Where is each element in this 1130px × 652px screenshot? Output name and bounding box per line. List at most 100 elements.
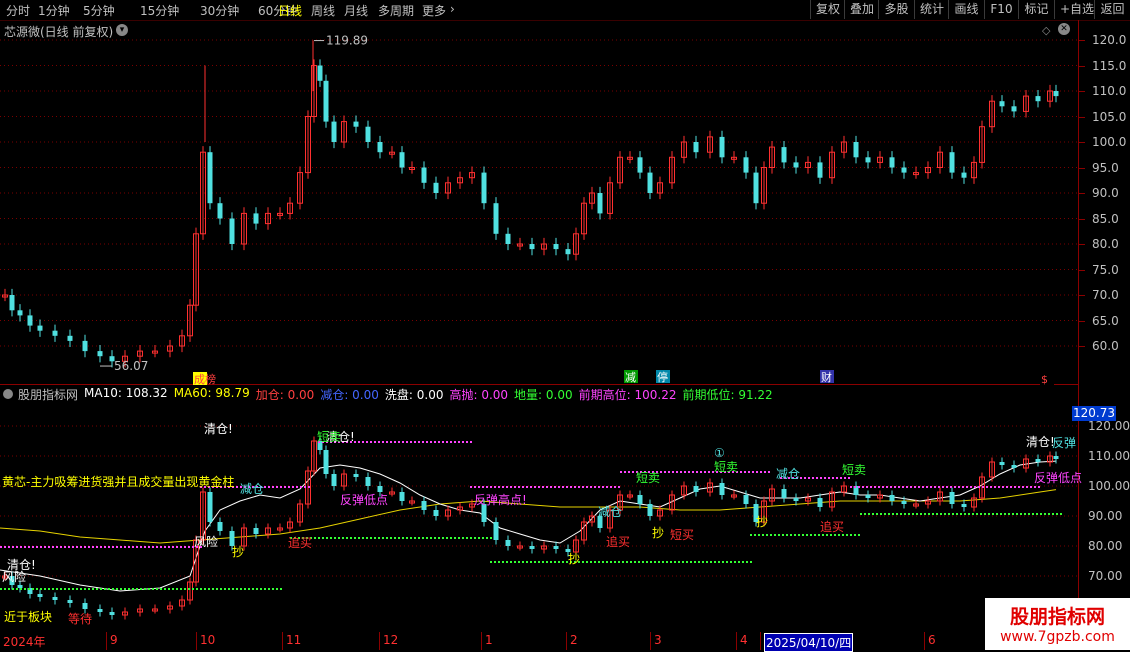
support-dots xyxy=(272,588,274,590)
resistance-dots xyxy=(366,441,368,443)
support-dots xyxy=(430,537,432,539)
resistance-dots xyxy=(478,486,480,488)
resistance-dots xyxy=(76,546,78,548)
price-tick-mark xyxy=(1079,40,1085,41)
candle-body xyxy=(529,244,535,250)
resistance-dots xyxy=(470,441,472,443)
ind-candle-body xyxy=(421,501,427,510)
resistance-dots xyxy=(48,546,50,548)
support-dots xyxy=(554,561,556,563)
resistance-dots xyxy=(406,441,408,443)
resistance-dots xyxy=(184,546,186,548)
price-tick-mark xyxy=(1079,116,1085,118)
support-dots xyxy=(750,561,752,563)
candle-body xyxy=(67,335,73,341)
support-dots xyxy=(486,537,488,539)
resistance-dots xyxy=(748,471,750,473)
resistance-dots xyxy=(304,486,306,488)
support-dots xyxy=(104,588,106,590)
support-dots xyxy=(334,537,336,539)
price-tick-4: 100.0 xyxy=(1092,135,1127,149)
resistance-dots xyxy=(918,486,920,488)
support-dots xyxy=(24,588,26,590)
resistance-dots xyxy=(764,471,766,473)
candle-body xyxy=(753,172,759,204)
resistance-dots xyxy=(620,471,622,473)
resistance-dots xyxy=(276,486,278,488)
support-dots xyxy=(904,513,906,515)
resistance-dots xyxy=(12,546,14,548)
support-dots xyxy=(606,561,608,563)
ind-candle-body xyxy=(365,477,371,486)
resistance-dots xyxy=(618,486,620,488)
support-dots xyxy=(1012,513,1014,515)
support-dots xyxy=(244,588,246,590)
support-dots xyxy=(414,537,416,539)
candle-body xyxy=(27,315,33,326)
support-dots xyxy=(682,561,684,563)
resistance-dots xyxy=(88,546,90,548)
resistance-dots xyxy=(430,441,432,443)
support-dots xyxy=(390,537,392,539)
support-dots xyxy=(350,537,352,539)
resistance-dots xyxy=(8,546,10,548)
resistance-dots xyxy=(526,486,528,488)
resistance-dots xyxy=(1022,486,1024,488)
signal-label-rebound_high: 反弹高点! xyxy=(474,493,527,507)
ind-candle-body xyxy=(207,492,213,522)
resistance-dots xyxy=(236,486,238,488)
support-dots xyxy=(48,588,50,590)
resistance-dots xyxy=(942,486,944,488)
support-dots xyxy=(454,537,456,539)
ind-candle-body xyxy=(52,597,58,600)
resistance-dots xyxy=(284,486,286,488)
support-dots xyxy=(426,537,428,539)
support-dots xyxy=(144,588,146,590)
support-dots xyxy=(84,588,86,590)
resistance-dots xyxy=(482,486,484,488)
support-dots xyxy=(658,561,660,563)
support-dots xyxy=(798,534,800,536)
support-dots xyxy=(96,588,98,590)
resistance-dots xyxy=(700,471,702,473)
price-tick-mark xyxy=(1079,269,1085,271)
resistance-dots xyxy=(858,486,860,488)
resistance-dots xyxy=(410,441,412,443)
resistance-dots xyxy=(902,486,904,488)
candle-body xyxy=(949,152,955,173)
support-dots xyxy=(450,537,452,539)
support-dots xyxy=(474,537,476,539)
candle-body xyxy=(433,182,439,193)
support-dots xyxy=(236,588,238,590)
support-dots xyxy=(908,513,910,515)
resistance-dots xyxy=(264,486,266,488)
candle-body xyxy=(377,142,383,153)
support-dots xyxy=(936,513,938,515)
event-mark-1: 减 xyxy=(625,371,636,384)
back-button[interactable]: 返回 xyxy=(1094,0,1130,19)
resistance-dots xyxy=(582,486,584,488)
ind-candle-body xyxy=(331,474,337,486)
signal-label-circle: ① xyxy=(714,446,725,460)
resistance-dots xyxy=(1026,486,1028,488)
price-tick-mark xyxy=(1079,218,1085,220)
support-dots xyxy=(892,513,894,515)
date-tick xyxy=(282,632,283,650)
resistance-dots xyxy=(176,546,178,548)
support-dots xyxy=(770,534,772,536)
ind-candle-body xyxy=(323,450,329,474)
support-dots xyxy=(184,588,186,590)
support-dots xyxy=(710,561,712,563)
support-dots xyxy=(634,561,636,563)
support-dots xyxy=(1048,513,1050,515)
ind-candle-body xyxy=(949,492,955,504)
support-dots xyxy=(690,561,692,563)
ind-candle-body xyxy=(1011,465,1017,468)
support-dots xyxy=(72,588,74,590)
support-dots xyxy=(128,588,130,590)
ind-candle-body xyxy=(553,546,559,549)
ind-candle-body xyxy=(82,603,88,609)
resistance-dots xyxy=(966,486,968,488)
price-tick-11: 65.0 xyxy=(1092,313,1119,328)
support-dots xyxy=(750,534,752,536)
